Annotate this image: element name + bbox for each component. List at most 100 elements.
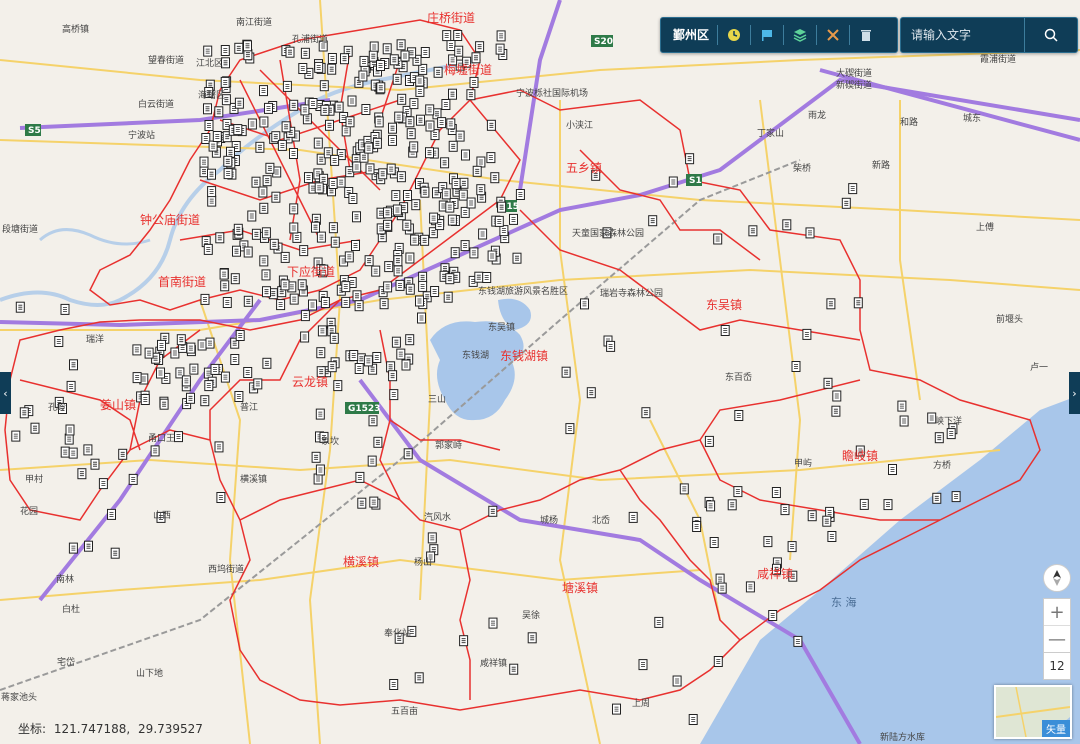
document-marker[interactable] [328,222,338,234]
document-marker[interactable] [207,186,217,198]
document-marker[interactable] [379,298,389,310]
document-marker[interactable] [509,663,519,675]
document-marker[interactable] [157,339,166,351]
document-marker[interactable] [565,423,575,435]
document-marker[interactable] [203,103,212,115]
document-marker[interactable] [216,492,226,503]
document-marker[interactable] [405,116,415,128]
document-marker[interactable] [150,445,160,457]
document-marker[interactable] [364,255,374,267]
document-marker[interactable] [748,225,758,237]
document-marker[interactable] [397,93,407,105]
document-marker[interactable] [628,511,638,523]
document-marker[interactable] [446,40,456,51]
document-marker[interactable] [586,387,596,399]
tools-button[interactable] [817,25,851,45]
document-marker[interactable] [253,378,263,390]
document-marker[interactable] [11,430,21,442]
document-marker[interactable] [271,191,281,203]
document-marker[interactable] [384,261,394,273]
document-marker[interactable] [84,540,93,552]
document-marker[interactable] [186,392,195,404]
document-marker[interactable] [327,63,337,75]
document-marker[interactable] [459,635,469,647]
document-marker[interactable] [946,428,956,440]
document-marker[interactable] [393,265,403,277]
document-marker[interactable] [233,223,243,235]
document-marker[interactable] [425,104,435,116]
document-marker[interactable] [334,101,344,113]
document-marker[interactable] [205,337,215,349]
document-marker[interactable] [300,331,310,343]
document-marker[interactable] [348,193,358,204]
document-marker[interactable] [391,190,401,202]
document-marker[interactable] [15,301,25,313]
document-marker[interactable] [69,359,78,371]
document-marker[interactable] [200,395,210,407]
document-marker[interactable] [132,344,142,356]
document-marker[interactable] [475,41,485,53]
document-marker[interactable] [688,714,698,725]
document-marker[interactable] [679,483,689,495]
compass-button[interactable] [1043,564,1071,592]
document-marker[interactable] [807,510,817,522]
document-marker[interactable] [349,350,359,361]
document-marker[interactable] [509,213,518,225]
document-marker[interactable] [415,295,424,307]
time-button[interactable] [718,25,752,45]
right-panel-toggle[interactable]: › [1069,372,1080,414]
document-marker[interactable] [354,300,364,312]
document-marker[interactable] [54,336,64,347]
document-marker[interactable] [388,122,397,134]
document-marker[interactable] [222,297,232,308]
document-marker[interactable] [771,487,781,498]
document-marker[interactable] [717,582,727,594]
document-marker[interactable] [181,375,191,387]
document-marker[interactable] [388,370,398,382]
document-marker[interactable] [230,273,240,285]
document-marker[interactable] [745,581,755,593]
document-marker[interactable] [200,293,210,305]
document-marker[interactable] [243,40,252,52]
document-marker[interactable] [373,436,383,448]
document-marker[interactable] [447,214,457,226]
left-panel-toggle[interactable]: ‹ [0,372,11,414]
document-marker[interactable] [316,231,326,243]
flag-button[interactable] [751,25,785,45]
document-marker[interactable] [300,47,310,59]
document-marker[interactable] [368,415,378,427]
document-marker[interactable] [265,162,275,174]
document-marker[interactable] [243,246,253,258]
document-marker[interactable] [791,361,801,372]
document-marker[interactable] [203,45,213,57]
document-marker[interactable] [325,119,334,131]
document-marker[interactable] [311,451,321,463]
search-input[interactable] [901,28,1031,42]
document-marker[interactable] [641,407,651,419]
document-marker[interactable] [313,137,323,149]
document-marker[interactable] [612,703,621,715]
map-canvas[interactable]: S20 S5 S1 G1523 S15 庄桥街道 梅墟街道 五乡镇 东吴镇 东钱… [0,0,1080,744]
document-marker[interactable] [388,134,397,146]
document-marker[interactable] [395,279,405,291]
document-marker[interactable] [495,43,505,55]
document-marker[interactable] [386,163,396,175]
document-marker[interactable] [787,541,797,553]
document-marker[interactable] [409,141,419,153]
document-marker[interactable] [259,202,269,214]
document-marker[interactable] [262,357,272,369]
document-marker[interactable] [437,117,447,129]
document-marker[interactable] [68,542,78,554]
document-marker[interactable] [259,116,269,128]
document-marker[interactable] [329,332,339,344]
document-marker[interactable] [883,499,893,511]
document-marker[interactable] [841,197,851,209]
document-marker[interactable] [713,656,723,667]
document-marker[interactable] [420,234,430,246]
document-marker[interactable] [170,347,180,359]
document-marker[interactable] [289,293,299,305]
document-marker[interactable] [262,175,272,187]
document-marker[interactable] [77,468,87,480]
document-marker[interactable] [320,297,330,308]
document-marker[interactable] [383,219,392,231]
